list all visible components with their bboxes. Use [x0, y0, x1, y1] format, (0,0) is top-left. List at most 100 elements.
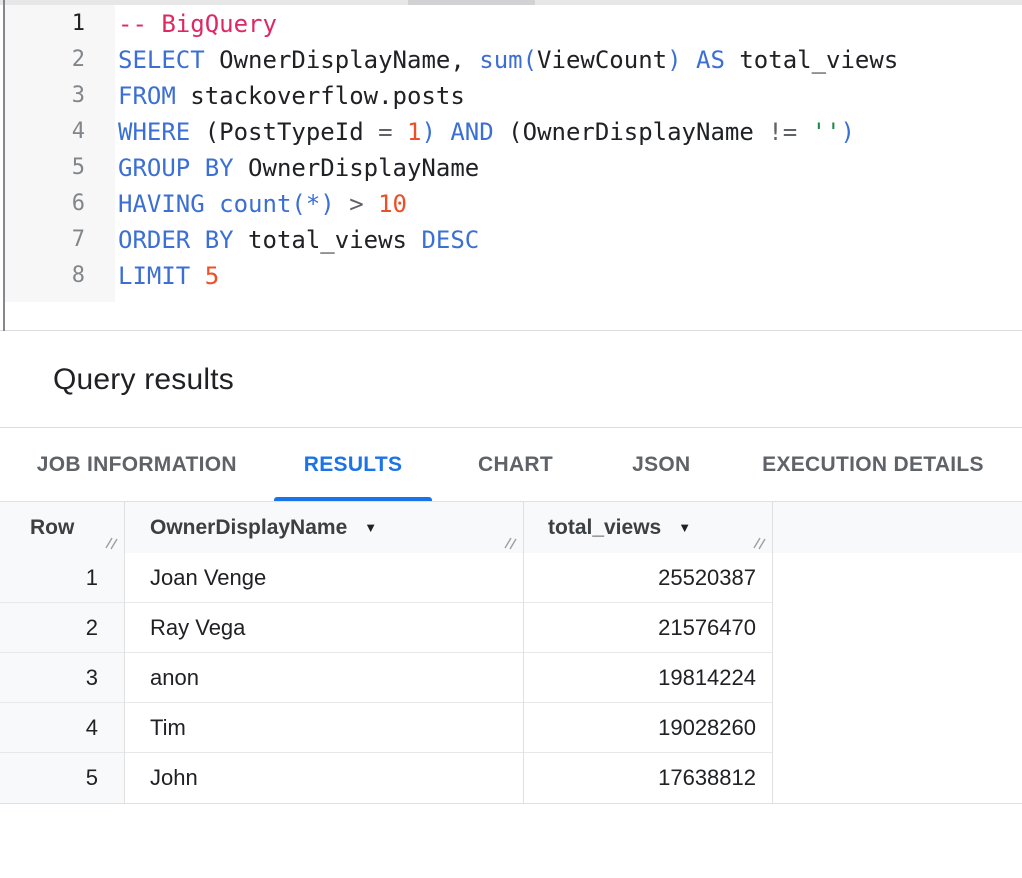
code-token: 10	[378, 190, 407, 218]
code-token: !=	[768, 118, 797, 146]
code-token: GROUP BY	[118, 154, 234, 182]
code-token	[205, 190, 219, 218]
code-token: (PostTypeId	[190, 118, 378, 146]
owner-display-name-cell: Ray Vega	[124, 603, 523, 653]
editor-horizontal-scrollbar[interactable]	[0, 0, 1022, 5]
code-token: WHERE	[118, 118, 190, 146]
tab-results[interactable]: RESULTS	[274, 429, 433, 501]
code-token: LIMIT	[118, 262, 190, 290]
sql-editor[interactable]: 12345678 -- BigQuery SELECT OwnerDisplayN…	[0, 0, 1022, 331]
line-number: 2	[5, 42, 85, 78]
row-number-cell: 5	[0, 753, 124, 803]
code-line: -- BigQuery	[118, 6, 898, 42]
column-header-label: Row	[30, 516, 74, 540]
code-line: HAVING count(*) > 10	[118, 186, 898, 222]
column-menu-arrow-icon[interactable]: ▼	[364, 520, 377, 535]
code-token: ) AS	[667, 46, 725, 74]
total-views-cell: 19814224	[523, 653, 772, 703]
table-row: 4Tim19028260	[0, 703, 1022, 753]
code-token: ORDER BY	[118, 226, 234, 254]
code-line: SELECT OwnerDisplayName, sum(ViewCount) …	[118, 42, 898, 78]
table-row: 1Joan Venge25520387	[0, 553, 1022, 603]
results-table: Row OwnerDisplayName ▼ total_views ▼ 1Jo…	[0, 501, 1022, 803]
code-token: total_views	[725, 46, 898, 74]
table-row: 5John17638812	[0, 753, 1022, 803]
code-token	[190, 262, 204, 290]
column-header-total-views[interactable]: total_views ▼	[523, 502, 772, 553]
column-header-empty	[772, 502, 1022, 553]
code-token: -- BigQuery	[118, 10, 277, 38]
code-token: DESC	[421, 226, 479, 254]
table-header-row: Row OwnerDisplayName ▼ total_views ▼	[0, 501, 1022, 553]
code-token	[797, 118, 811, 146]
owner-display-name-cell: Joan Venge	[124, 553, 523, 603]
code-token: ViewCount	[537, 46, 667, 74]
page-title: Query results	[53, 363, 234, 397]
code-line: FROM stackoverflow.posts	[118, 78, 898, 114]
query-results-header: Query results	[0, 332, 1022, 428]
tab-job-information[interactable]: JOB INFORMATION	[0, 429, 274, 501]
table-body: 1Joan Venge255203872Ray Vega215764703ano…	[0, 553, 1022, 803]
line-numbers: 12345678	[5, 6, 85, 294]
code-token	[335, 190, 349, 218]
code-token: OwnerDisplayName	[234, 154, 480, 182]
row-number-cell: 1	[0, 553, 124, 603]
table-row: 3anon19814224	[0, 653, 1022, 703]
column-resize-handle-icon[interactable]	[503, 535, 518, 550]
code-token: AND	[450, 118, 493, 146]
tab-execution-details[interactable]: EXECUTION DETAILS	[724, 429, 1022, 501]
total-views-cell: 19028260	[523, 703, 772, 753]
total-views-cell: 25520387	[523, 553, 772, 603]
owner-display-name-cell: Tim	[124, 703, 523, 753]
code-line: LIMIT 5	[118, 258, 898, 294]
code-token: 5	[205, 262, 219, 290]
line-number: 7	[5, 222, 85, 258]
code-token: )	[421, 118, 435, 146]
total-views-cell: 17638812	[523, 753, 772, 803]
code-token: FROM	[118, 82, 176, 110]
column-menu-arrow-icon[interactable]: ▼	[678, 520, 691, 535]
tabbar: JOB INFORMATION RESULTS CHART JSON EXECUTION…	[0, 429, 1022, 501]
tab-json[interactable]: JSON	[599, 429, 724, 501]
row-number-cell: 3	[0, 653, 124, 703]
line-number: 3	[5, 78, 85, 114]
tab-label: JOB INFORMATION	[37, 453, 237, 477]
tab-label: CHART	[478, 453, 553, 477]
column-resize-handle-icon[interactable]	[752, 535, 767, 550]
line-number: 8	[5, 258, 85, 294]
total-views-cell: 21576470	[523, 603, 772, 653]
owner-display-name-cell: John	[124, 753, 523, 803]
code-token: total_views	[234, 226, 422, 254]
column-resize-handle-icon[interactable]	[104, 535, 119, 550]
tab-label: JSON	[632, 453, 690, 477]
tab-chart[interactable]: CHART	[432, 429, 598, 501]
code-token: =	[378, 118, 392, 146]
owner-display-name-cell: anon	[124, 653, 523, 703]
code-token	[393, 118, 407, 146]
column-header-row: Row	[0, 502, 124, 553]
code-token: HAVING	[118, 190, 205, 218]
column-header-ownerdisplayname[interactable]: OwnerDisplayName ▼	[124, 502, 523, 553]
code-token: OwnerDisplayName,	[205, 46, 480, 74]
row-number-cell: 4	[0, 703, 124, 753]
code-token: count(*)	[219, 190, 335, 218]
scrollbar-thumb[interactable]	[408, 0, 535, 5]
table-row: 2Ray Vega21576470	[0, 603, 1022, 653]
tab-label: EXECUTION DETAILS	[762, 453, 984, 477]
row-number-cell: 2	[0, 603, 124, 653]
code-token	[364, 190, 378, 218]
code-line: WHERE (PostTypeId = 1) AND (OwnerDisplay…	[118, 114, 898, 150]
column-header-label: OwnerDisplayName	[150, 516, 347, 540]
code-token	[436, 118, 450, 146]
code-line: GROUP BY OwnerDisplayName	[118, 150, 898, 186]
code-token: (OwnerDisplayName	[494, 118, 769, 146]
code-token: stackoverflow.posts	[176, 82, 465, 110]
code-token: )	[841, 118, 855, 146]
code-token: SELECT	[118, 46, 205, 74]
code-token: 1	[407, 118, 421, 146]
code-lines[interactable]: -- BigQuery SELECT OwnerDisplayName, sum(…	[118, 6, 898, 294]
column-header-label: total_views	[548, 516, 661, 540]
line-number: 5	[5, 150, 85, 186]
column-divider	[772, 501, 773, 803]
column-divider	[124, 501, 125, 803]
